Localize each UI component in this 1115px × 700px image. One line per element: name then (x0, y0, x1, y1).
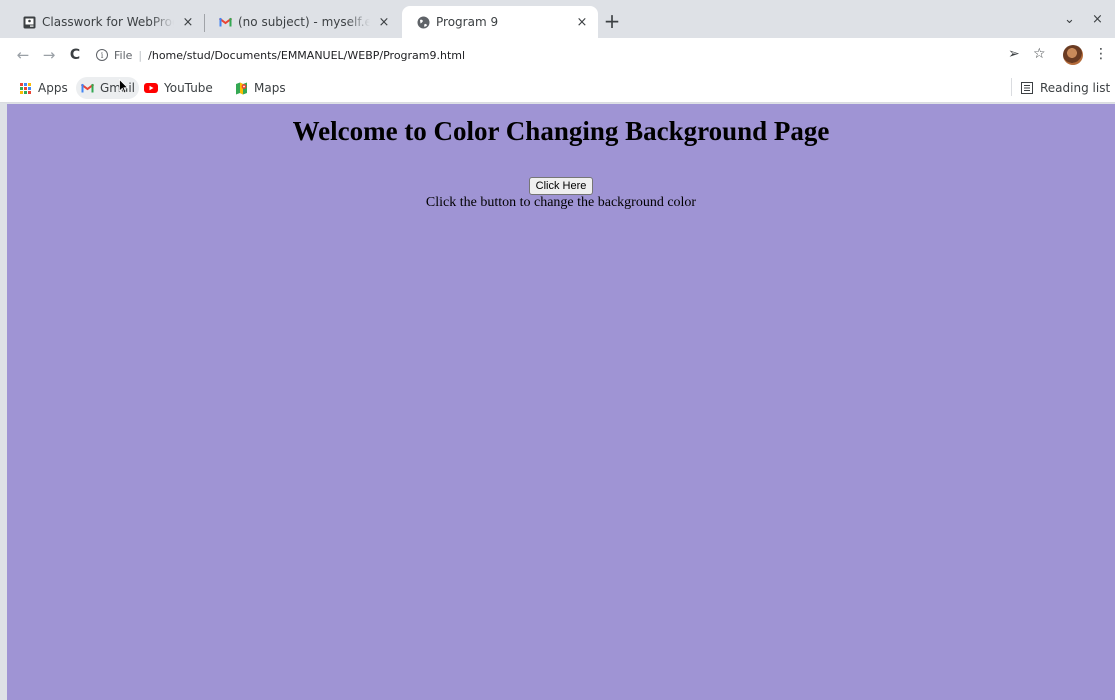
address-bar[interactable]: i File | /home/stud/Documents/EMMANUEL/W… (96, 43, 996, 67)
reading-list-icon (1020, 81, 1034, 95)
window-left-edge (0, 104, 7, 700)
gmail-icon (80, 81, 94, 95)
share-icon[interactable]: ➢ (1008, 46, 1020, 62)
address-toolbar: ← → C i File | /home/stud/Documents/EMMA… (0, 38, 1115, 72)
tab-title: Classwork for WebProgramming (42, 15, 174, 29)
new-tab-button[interactable]: + (600, 10, 624, 34)
url-divider: | (138, 48, 143, 62)
url-scheme: File (114, 48, 133, 62)
apps-grid-icon (18, 81, 32, 95)
instruction-text: Click the button to change the backgroun… (425, 195, 697, 210)
page-viewport: Welcome to Color Changing Background Pag… (7, 104, 1115, 700)
mouse-cursor-icon (119, 79, 129, 94)
info-icon[interactable]: i (96, 49, 108, 61)
bookmark-label: YouTube (164, 81, 213, 95)
bookmarks-bar: Apps Gmail YouTube Maps Reading list (0, 72, 1115, 103)
bookmark-gmail[interactable]: Gmail (76, 77, 140, 99)
tab-classwork[interactable]: Classwork for WebProgramming × (8, 6, 204, 38)
bookmark-label: Maps (254, 81, 286, 95)
reload-icon[interactable]: C (66, 46, 84, 64)
youtube-icon (144, 81, 158, 95)
change-color-button[interactable]: Click Here (528, 177, 594, 195)
bookmark-label: Apps (38, 81, 68, 95)
tab-title: Program 9 (436, 15, 499, 29)
classroom-icon (22, 15, 36, 29)
page-heading: Welcome to Color Changing Background Pag… (292, 116, 830, 146)
tab-search-icon[interactable]: ⌄ (1064, 12, 1075, 27)
reading-list-button[interactable]: Reading list (1016, 77, 1114, 99)
bookmark-maps[interactable]: Maps (230, 77, 290, 99)
tab-title: (no subject) - myself.emmanuel (238, 15, 370, 29)
menu-icon[interactable]: ⋮ (1094, 46, 1108, 62)
window-close-icon[interactable]: × (1092, 12, 1103, 27)
bookmarks-divider (1011, 78, 1012, 96)
forward-icon[interactable]: → (40, 46, 58, 64)
tab-gmail[interactable]: (no subject) - myself.emmanuel × (204, 6, 400, 38)
profile-avatar[interactable] (1063, 45, 1083, 65)
tab-strip: Classwork for WebProgramming × (no subje… (0, 0, 1115, 38)
bookmark-label: Gmail (100, 81, 136, 95)
bookmark-apps[interactable]: Apps (14, 77, 72, 99)
gmail-icon (218, 15, 232, 29)
bookmark-star-icon[interactable]: ☆ (1033, 46, 1046, 62)
reading-list-label: Reading list (1040, 81, 1111, 95)
globe-icon (416, 15, 430, 29)
back-icon[interactable]: ← (14, 46, 32, 64)
tab-close-icon[interactable]: × (180, 15, 196, 30)
maps-icon (234, 81, 248, 95)
tab-close-icon[interactable]: × (376, 15, 392, 30)
tab-program9[interactable]: Program 9 × (402, 6, 598, 38)
tab-close-icon[interactable]: × (574, 15, 590, 30)
bookmark-youtube[interactable]: YouTube (140, 77, 217, 99)
url-text: /home/stud/Documents/EMMANUEL/WEBP/Progr… (148, 48, 466, 62)
